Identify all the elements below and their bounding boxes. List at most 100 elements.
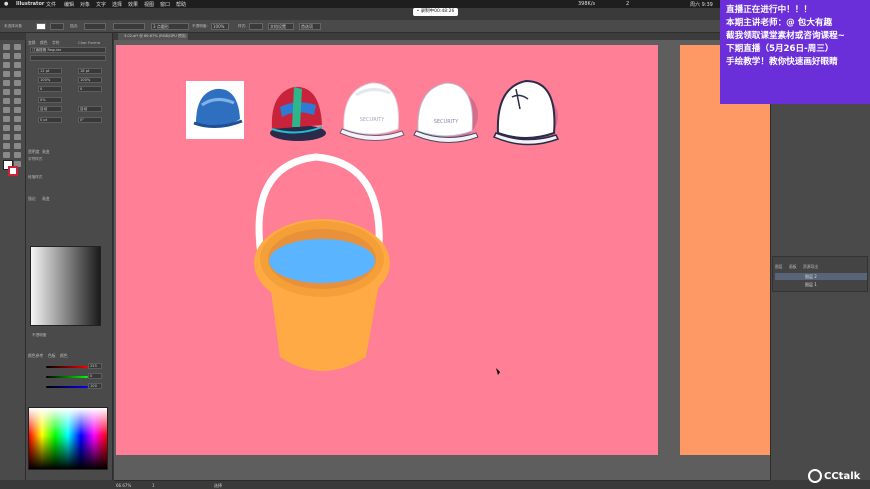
tab-char-format[interactable]: Char Forma <box>78 40 100 45</box>
pen-tool-icon[interactable] <box>3 62 10 68</box>
helmet-colorful[interactable] <box>270 86 326 141</box>
red-value-input[interactable]: 255 <box>88 363 102 369</box>
helmet-white-2[interactable]: SECURITY <box>413 82 479 144</box>
menu-file[interactable]: 文件 <box>46 1 56 8</box>
tab-asset-export[interactable]: 资源导出 <box>803 264 818 270</box>
opacity-input[interactable]: 100% <box>211 23 229 30</box>
auto-kern-select[interactable]: 自动 <box>38 106 62 112</box>
tab-color-panel[interactable]: 颜色 <box>60 353 68 359</box>
tab-artboards[interactable]: 画板 <box>789 264 797 270</box>
zoom-level[interactable]: 66.67% <box>116 483 131 488</box>
tab-character[interactable]: 字符 <box>52 40 60 46</box>
perspective-tool-icon[interactable] <box>14 116 21 122</box>
tab-swatches[interactable]: 色板 <box>48 353 56 359</box>
shape-builder-tool-icon[interactable] <box>3 116 10 122</box>
mesh-tool-icon[interactable] <box>3 125 10 131</box>
bucket-illustration[interactable] <box>254 153 390 371</box>
rectangle-tool-icon[interactable] <box>3 80 10 86</box>
layer-row[interactable]: 图层 1 <box>775 281 867 288</box>
lasso-tool-icon[interactable] <box>14 53 21 59</box>
artboard-tool-icon[interactable] <box>3 152 10 158</box>
symbol-sprayer-tool-icon[interactable] <box>3 143 10 149</box>
stroke-weight[interactable] <box>84 23 106 30</box>
brush-profile[interactable]: 3 点圆形 <box>151 23 189 30</box>
variable-width[interactable] <box>113 23 145 30</box>
style-picker[interactable] <box>249 23 263 30</box>
selection-tool-icon[interactable] <box>3 44 10 50</box>
app-name[interactable]: Illustrator <box>16 1 44 7</box>
apple-icon[interactable]: ● <box>4 1 8 7</box>
gradient-preview[interactable] <box>30 246 101 326</box>
slice-tool-icon[interactable] <box>14 152 21 158</box>
graph-tool-icon[interactable] <box>14 143 21 149</box>
tab-stroke[interactable]: 描边 <box>28 196 36 202</box>
curvature-tool-icon[interactable] <box>14 62 21 68</box>
opacity-label: 不透明度: <box>192 24 208 28</box>
blue-value-input[interactable]: 100 <box>88 383 102 389</box>
artboard-secondary[interactable] <box>680 45 770 455</box>
glyphs-tab[interactable]: 透明度 <box>28 149 39 155</box>
tracking-input[interactable]: 0 <box>78 86 102 92</box>
document-tab[interactable]: 3.02.ai* @ 66.67% (RGB/GPU 预览) <box>118 33 188 40</box>
font-style-select[interactable] <box>30 55 106 61</box>
rotate-tool-icon[interactable] <box>3 98 10 104</box>
direct-selection-tool-icon[interactable] <box>14 44 21 50</box>
red-slider[interactable] <box>46 366 88 368</box>
stroke-swatch[interactable] <box>50 23 64 30</box>
type-tool-icon[interactable] <box>3 71 10 77</box>
green-value-input[interactable]: 0 <box>88 373 102 379</box>
document-tab-bar <box>114 33 770 40</box>
preferences-button[interactable]: 首选项 <box>299 23 321 30</box>
blue-slider[interactable] <box>46 386 88 388</box>
eyedropper-tool-icon[interactable] <box>3 134 10 140</box>
tab-layers[interactable]: 图层 <box>775 264 783 270</box>
tsume-input[interactable]: 0% <box>38 97 62 103</box>
menu-object[interactable]: 对象 <box>80 1 90 8</box>
magic-wand-tool-icon[interactable] <box>3 53 10 59</box>
tab-color[interactable]: 颜色 <box>40 40 48 46</box>
stroke-color-swatch[interactable] <box>8 166 18 176</box>
clock: 周六 9:39 <box>690 2 713 8</box>
blend-tool-icon[interactable] <box>14 134 21 140</box>
menu-view[interactable]: 视图 <box>144 1 154 8</box>
font-size-input[interactable]: 12 pt <box>38 68 62 74</box>
line-tool-icon[interactable] <box>14 71 21 77</box>
eraser-tool-icon[interactable] <box>14 89 21 95</box>
green-slider[interactable] <box>46 376 88 378</box>
fill-swatch[interactable] <box>36 23 46 30</box>
helmet-white-1[interactable]: SECURITY <box>339 82 405 142</box>
vertical-scale-input[interactable]: 100% <box>78 77 102 83</box>
kerning-input[interactable]: 0 <box>38 86 62 92</box>
width-tool-icon[interactable] <box>3 107 10 113</box>
menu-edit[interactable]: 编辑 <box>64 1 74 8</box>
helmet-photo[interactable] <box>186 81 244 139</box>
pencil-tool-icon[interactable] <box>3 89 10 95</box>
scale-tool-icon[interactable] <box>14 98 21 104</box>
free-transform-tool-icon[interactable] <box>14 107 21 113</box>
cctalk-text: CCtalk <box>824 470 861 482</box>
color-spectrum-picker[interactable] <box>28 407 108 470</box>
menu-effect[interactable]: 效果 <box>128 1 138 8</box>
baseline-shift-input[interactable]: 0 pt <box>38 117 62 123</box>
leading-input[interactable]: 18 pt <box>78 68 102 74</box>
menu-type[interactable]: 文字 <box>96 1 106 8</box>
menu-help[interactable]: 帮助 <box>176 1 186 8</box>
tab-gradient[interactable]: 渐变 <box>42 196 50 202</box>
horizontal-scale-input[interactable]: 100% <box>38 77 62 83</box>
artboard-navigator[interactable]: 1 <box>152 483 155 488</box>
paintbrush-tool-icon[interactable] <box>14 80 21 86</box>
character-rotation-input[interactable]: 0° <box>78 117 102 123</box>
auto-leading-select[interactable]: 自动 <box>78 106 102 112</box>
gradient-tool-icon[interactable] <box>14 125 21 131</box>
menu-select[interactable]: 选择 <box>112 1 122 8</box>
font-family-select[interactable]: 江南楼雅 Regular <box>30 47 106 53</box>
helmet-outlined[interactable] <box>492 79 560 146</box>
document-setup-button[interactable]: 文档设置 <box>268 23 294 30</box>
tab-transform[interactable]: 变换 <box>28 40 36 46</box>
menu-window[interactable]: 窗口 <box>160 1 170 8</box>
tab-color-guide[interactable]: 颜色参考 <box>28 353 43 359</box>
svg-text:SECURITY: SECURITY <box>434 119 459 125</box>
status-mode[interactable]: 选择 <box>214 483 222 489</box>
opentype-tab[interactable]: 渐变 <box>42 149 50 155</box>
layer-row[interactable]: 图层 2 <box>775 273 867 280</box>
